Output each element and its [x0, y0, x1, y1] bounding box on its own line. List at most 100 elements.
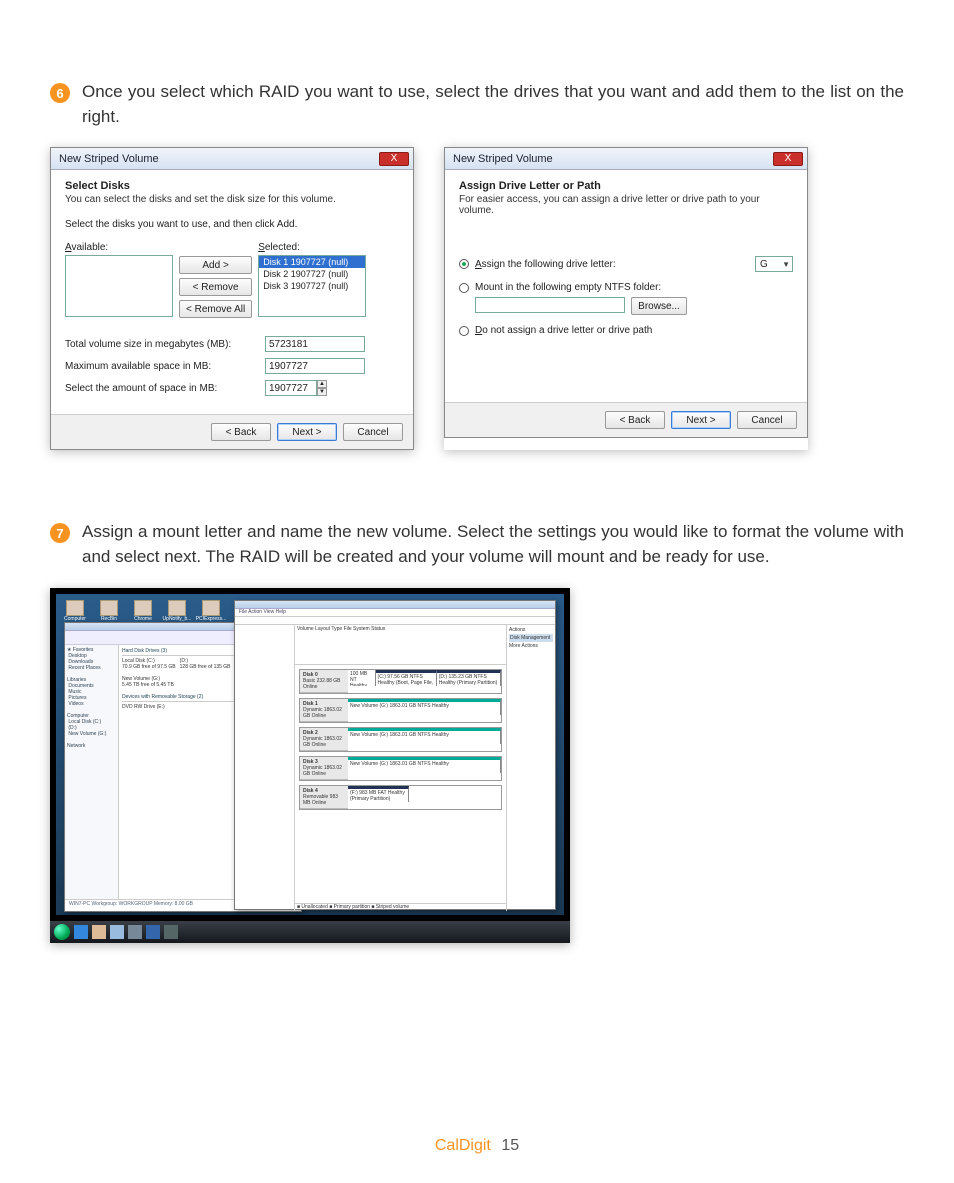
remove-all-button[interactable]: < Remove All — [179, 300, 252, 318]
mount-folder-row: Browse... — [475, 297, 793, 315]
close-icon[interactable]: X — [379, 152, 409, 166]
disk-graphical-view[interactable]: Disk 0Basic 232.88 GB Online100 MB NT He… — [295, 665, 506, 903]
volume-list[interactable]: Volume Layout Type File System Status — [295, 625, 506, 665]
disk-block[interactable]: Disk 0Basic 232.88 GB Online100 MB NT He… — [299, 669, 502, 694]
step-7: 7 Assign a mount letter and name the new… — [50, 520, 904, 569]
available-column: Available: — [65, 242, 173, 318]
next-button[interactable]: Next > — [277, 423, 337, 441]
option-assign-letter-label: Assign the following drive letter: — [475, 259, 749, 270]
option-assign-letter[interactable]: Assign the following drive letter: G ▼ — [459, 256, 793, 272]
select-space-value[interactable]: 1907727 — [265, 380, 317, 396]
dialog-footer: < Back Next > Cancel — [51, 414, 413, 449]
radio-icon[interactable] — [459, 283, 469, 293]
disk-block[interactable]: Disk 3Dynamic 1863.02 GB OnlineNew Volum… — [299, 756, 502, 781]
mgmt-menubar[interactable]: File Action View Help — [235, 609, 555, 617]
computer-management-window: File Action View Help Volume Layout Type… — [234, 600, 556, 910]
more-actions-label[interactable]: More Actions — [509, 643, 553, 649]
desktop-icon[interactable]: Computer — [64, 600, 86, 622]
taskbar-explorer-icon[interactable] — [92, 925, 106, 939]
desktop-icon[interactable]: UpNotify_b... — [166, 600, 188, 622]
disk-lists-row: Available: Add > < Remove < Remove All S… — [65, 242, 399, 318]
cancel-button[interactable]: Cancel — [737, 411, 797, 429]
spin-up-icon[interactable]: ▲ — [317, 380, 327, 388]
taskbar-ie-icon[interactable] — [74, 925, 88, 939]
taskbar-app-icon[interactable] — [146, 925, 160, 939]
step-6: 6 Once you select which RAID you want to… — [50, 80, 904, 129]
add-button[interactable]: Add > — [179, 256, 252, 274]
drive-letter-dropdown[interactable]: G ▼ — [755, 256, 793, 272]
option-mount-folder[interactable]: Mount in the following empty NTFS folder… — [459, 282, 793, 293]
actions-header: Actions — [509, 627, 553, 633]
radio-icon[interactable] — [459, 259, 469, 269]
step-6-text: Once you select which RAID you want to u… — [82, 80, 904, 129]
disk-block[interactable]: Disk 1Dynamic 1863.02 GB OnlineNew Volum… — [299, 698, 502, 723]
next-button[interactable]: Next > — [671, 411, 731, 429]
page-number: 15 — [501, 1137, 519, 1154]
desktop-icon[interactable]: PCIExpress... — [200, 600, 222, 622]
step-number-badge: 6 — [50, 83, 70, 103]
dialog-instruction: Select the disks you want to use, and th… — [65, 219, 399, 230]
list-item[interactable]: Disk 3 1907727 (null) — [259, 280, 365, 292]
back-button[interactable]: < Back — [211, 423, 271, 441]
drive-item[interactable]: Local Disk (C:)70.9 GB free of 97.5 GB — [122, 658, 176, 670]
cancel-button[interactable]: Cancel — [343, 423, 403, 441]
remove-button[interactable]: < Remove — [179, 278, 252, 296]
drive-item[interactable]: (D:)128 GB free of 135 GB — [180, 658, 231, 670]
taskbar-app-icon[interactable] — [110, 925, 124, 939]
selected-listbox[interactable]: Disk 1 1907727 (null)Disk 2 1907727 (nul… — [258, 255, 366, 317]
taskbar[interactable] — [50, 921, 570, 943]
total-size-label: Total volume size in megabytes (MB): — [65, 339, 255, 350]
screenshots-row-1: New Striped Volume X Select Disks You ca… — [50, 147, 904, 450]
available-listbox[interactable] — [65, 255, 173, 317]
select-space-label: Select the amount of space in MB: — [65, 383, 255, 394]
chevron-down-icon: ▼ — [782, 260, 790, 269]
option-mount-folder-label: Mount in the following empty NTFS folder… — [475, 282, 661, 293]
step-7-text: Assign a mount letter and name the new v… — [82, 520, 904, 569]
list-item[interactable]: Disk 2 1907727 (null) — [259, 268, 365, 280]
transfer-buttons: Add > < Remove < Remove All — [179, 256, 252, 318]
list-item[interactable]: Disk 1 1907727 (null) — [259, 256, 365, 268]
option-no-assign[interactable]: Do not assign a drive letter or drive pa… — [459, 325, 793, 336]
radio-icon[interactable] — [459, 326, 469, 336]
desktop-icons-row: Computer RecBin Chrome UpNotify_b... PCIExpr… — [64, 600, 256, 622]
mount-folder-input[interactable] — [475, 297, 625, 313]
disk-block[interactable]: Disk 2Dynamic 1863.02 GB OnlineNew Volum… — [299, 727, 502, 752]
step-number-badge: 7 — [50, 523, 70, 543]
dialog-footer: < Back Next > Cancel — [445, 402, 807, 437]
max-space-label: Maximum available space in MB: — [65, 361, 255, 372]
dialog-title-text: New Striped Volume — [59, 153, 159, 165]
dialog-titlebar: New Striped Volume X — [51, 148, 413, 170]
select-space-spinbox[interactable]: 1907727 ▲▼ — [265, 380, 327, 396]
mgmt-toolbar[interactable] — [235, 617, 555, 625]
close-icon[interactable]: X — [773, 152, 803, 166]
mgmt-tree-pane[interactable] — [235, 625, 295, 911]
mgmt-titlebar — [235, 601, 555, 609]
browse-button[interactable]: Browse... — [631, 297, 687, 315]
dialog-title-text: New Striped Volume — [453, 153, 553, 165]
screenshot-assign-letter: New Striped Volume X Assign Drive Letter… — [444, 147, 808, 450]
explorer-nav-pane[interactable]: ★ Favorites Desktop Downloads Recent Pla… — [65, 645, 119, 899]
desktop-wallpaper: Computer RecBin Chrome UpNotify_b... PCIExpr… — [56, 594, 564, 915]
selected-label: Selected: — [258, 242, 366, 253]
spin-down-icon[interactable]: ▼ — [317, 388, 327, 396]
disk-block[interactable]: Disk 4Removable 983 MB Online(F:) 983 MB… — [299, 785, 502, 810]
dialog-body: Assign Drive Letter or Path For easier a… — [445, 170, 807, 402]
taskbar-app-icon[interactable] — [128, 925, 142, 939]
dialog-body: Select Disks You can select the disks an… — [51, 170, 413, 414]
total-size-value: 5723181 — [265, 336, 365, 352]
mgmt-body: Volume Layout Type File System Status Di… — [235, 625, 555, 911]
desktop-icon[interactable]: RecBin — [98, 600, 120, 622]
selected-column: Selected: Disk 1 1907727 (null)Disk 2 19… — [258, 242, 366, 318]
screenshot-select-disks: New Striped Volume X Select Disks You ca… — [50, 147, 414, 450]
available-label: Available: — [65, 242, 173, 253]
back-button[interactable]: < Back — [605, 411, 665, 429]
disk-management-label: Disk Management — [509, 634, 553, 642]
drive-letter-value: G — [760, 259, 768, 270]
select-space-row: Select the amount of space in MB: 190772… — [65, 380, 399, 396]
mgmt-center-pane: Volume Layout Type File System Status Di… — [295, 625, 507, 911]
taskbar-app-icon[interactable] — [164, 925, 178, 939]
desktop-icon[interactable]: Chrome — [132, 600, 154, 622]
dialog-subheading: You can select the disks and set the dis… — [65, 194, 399, 205]
start-orb-icon[interactable] — [54, 924, 70, 940]
page-footer: CalDigit 15 — [0, 1137, 954, 1155]
